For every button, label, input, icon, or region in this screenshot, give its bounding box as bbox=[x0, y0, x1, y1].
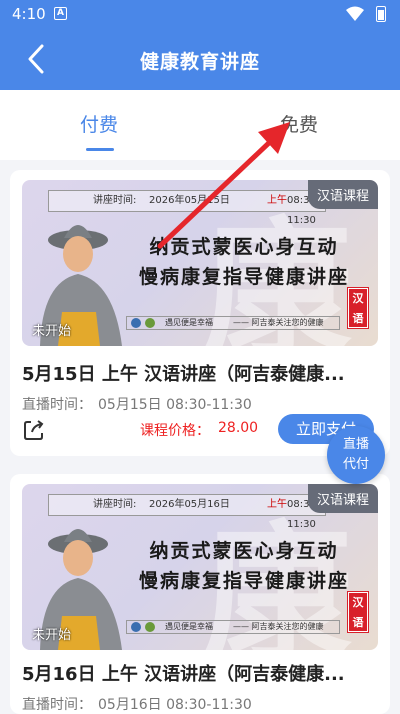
seal-char-2: 语 bbox=[352, 312, 364, 325]
battery-icon bbox=[376, 6, 386, 22]
float-line-1: 直播 bbox=[342, 437, 369, 452]
tab-indicator bbox=[86, 148, 114, 151]
language-seal: 汉语 bbox=[347, 287, 369, 329]
banner-period: 上午 bbox=[267, 195, 287, 206]
course-title[interactable]: 5月15日 上午 汉语讲座（阿吉泰健康... bbox=[22, 360, 372, 386]
status-time: 4:10 bbox=[12, 5, 46, 23]
live-time-value: 05月16日 08:30-11:30 bbox=[98, 697, 252, 713]
course-card[interactable]: 康 讲座时间: 2026年05月15日 上午 08:30-11:30 纳贡式蒙医… bbox=[10, 170, 390, 456]
tab-bar: 付费 免费 bbox=[0, 90, 400, 160]
course-card[interactable]: 康 讲座时间: 2026年05月16日 上午 08:30-11:30 纳贡式蒙医… bbox=[10, 474, 390, 714]
course-tag: 汉语课程 bbox=[307, 180, 378, 209]
live-time-label: 直播时间： bbox=[22, 697, 92, 713]
status-bar: 4:10 A bbox=[0, 0, 400, 28]
course-status: 未开始 bbox=[32, 628, 72, 643]
wifi-icon bbox=[346, 6, 364, 21]
price-label: 课程价格： bbox=[140, 423, 210, 439]
banner-footer-text: —— 阿吉泰关注您的健康 bbox=[233, 622, 324, 631]
emblem-icon bbox=[145, 318, 155, 328]
share-icon[interactable] bbox=[22, 418, 46, 442]
course-status: 未开始 bbox=[32, 324, 72, 339]
seal-char-1: 汉 bbox=[352, 596, 364, 609]
banner-footer: 遇见便是幸福 —— 阿吉泰关注您的健康 bbox=[126, 620, 340, 634]
emblem-icon bbox=[145, 622, 155, 632]
live-time-value: 05月15日 08:30-11:30 bbox=[98, 397, 252, 413]
course-banner[interactable]: 康 讲座时间: 2026年05月15日 上午 08:30-11:30 纳贡式蒙医… bbox=[22, 180, 378, 346]
emblem-icon bbox=[131, 318, 141, 328]
banner-footer-text: —— 阿吉泰关注您的健康 bbox=[233, 318, 324, 327]
page-title: 健康教育讲座 bbox=[139, 51, 260, 73]
banner-headline-2: 慢病康复指导健康讲座 bbox=[138, 266, 349, 288]
course-banner[interactable]: 康 讲座时间: 2026年05月16日 上午 08:30-11:30 纳贡式蒙医… bbox=[22, 484, 378, 650]
seal-char-2: 语 bbox=[352, 616, 364, 629]
banner-footer: 遇见便是幸福 —— 阿吉泰关注您的健康 bbox=[126, 316, 340, 330]
course-title[interactable]: 5月16日 上午 汉语讲座（阿吉泰健康... bbox=[22, 660, 372, 686]
banner-date: 2026年05月16日 bbox=[149, 499, 230, 510]
price-value: 28.00 bbox=[218, 420, 259, 436]
banner-date: 2026年05月15日 bbox=[149, 195, 230, 206]
tab-paid[interactable]: 付费 bbox=[80, 110, 118, 137]
course-tag: 汉语课程 bbox=[307, 484, 378, 513]
seal-char-1: 汉 bbox=[352, 292, 364, 305]
banner-headline-1: 纳贡式蒙医心身互动 bbox=[149, 540, 339, 562]
banner-headline-1: 纳贡式蒙医心身互动 bbox=[149, 236, 339, 258]
banner-period: 上午 bbox=[267, 499, 287, 510]
emblem-icon bbox=[131, 622, 141, 632]
banner-footer-text: 遇见便是幸福 bbox=[165, 622, 213, 631]
live-time-label: 直播时间： bbox=[22, 397, 92, 413]
tab-free[interactable]: 免费 bbox=[280, 110, 318, 137]
float-line-2: 代付 bbox=[342, 457, 369, 472]
banner-footer-text: 遇见便是幸福 bbox=[165, 318, 213, 327]
banner-headline-2: 慢病康复指导健康讲座 bbox=[138, 570, 349, 592]
live-proxy-pay-button[interactable]: 直播 代付 bbox=[327, 426, 385, 484]
notification-icon: A bbox=[54, 7, 67, 20]
app-header: 健康教育讲座 bbox=[0, 28, 400, 90]
language-seal: 汉语 bbox=[347, 591, 369, 633]
